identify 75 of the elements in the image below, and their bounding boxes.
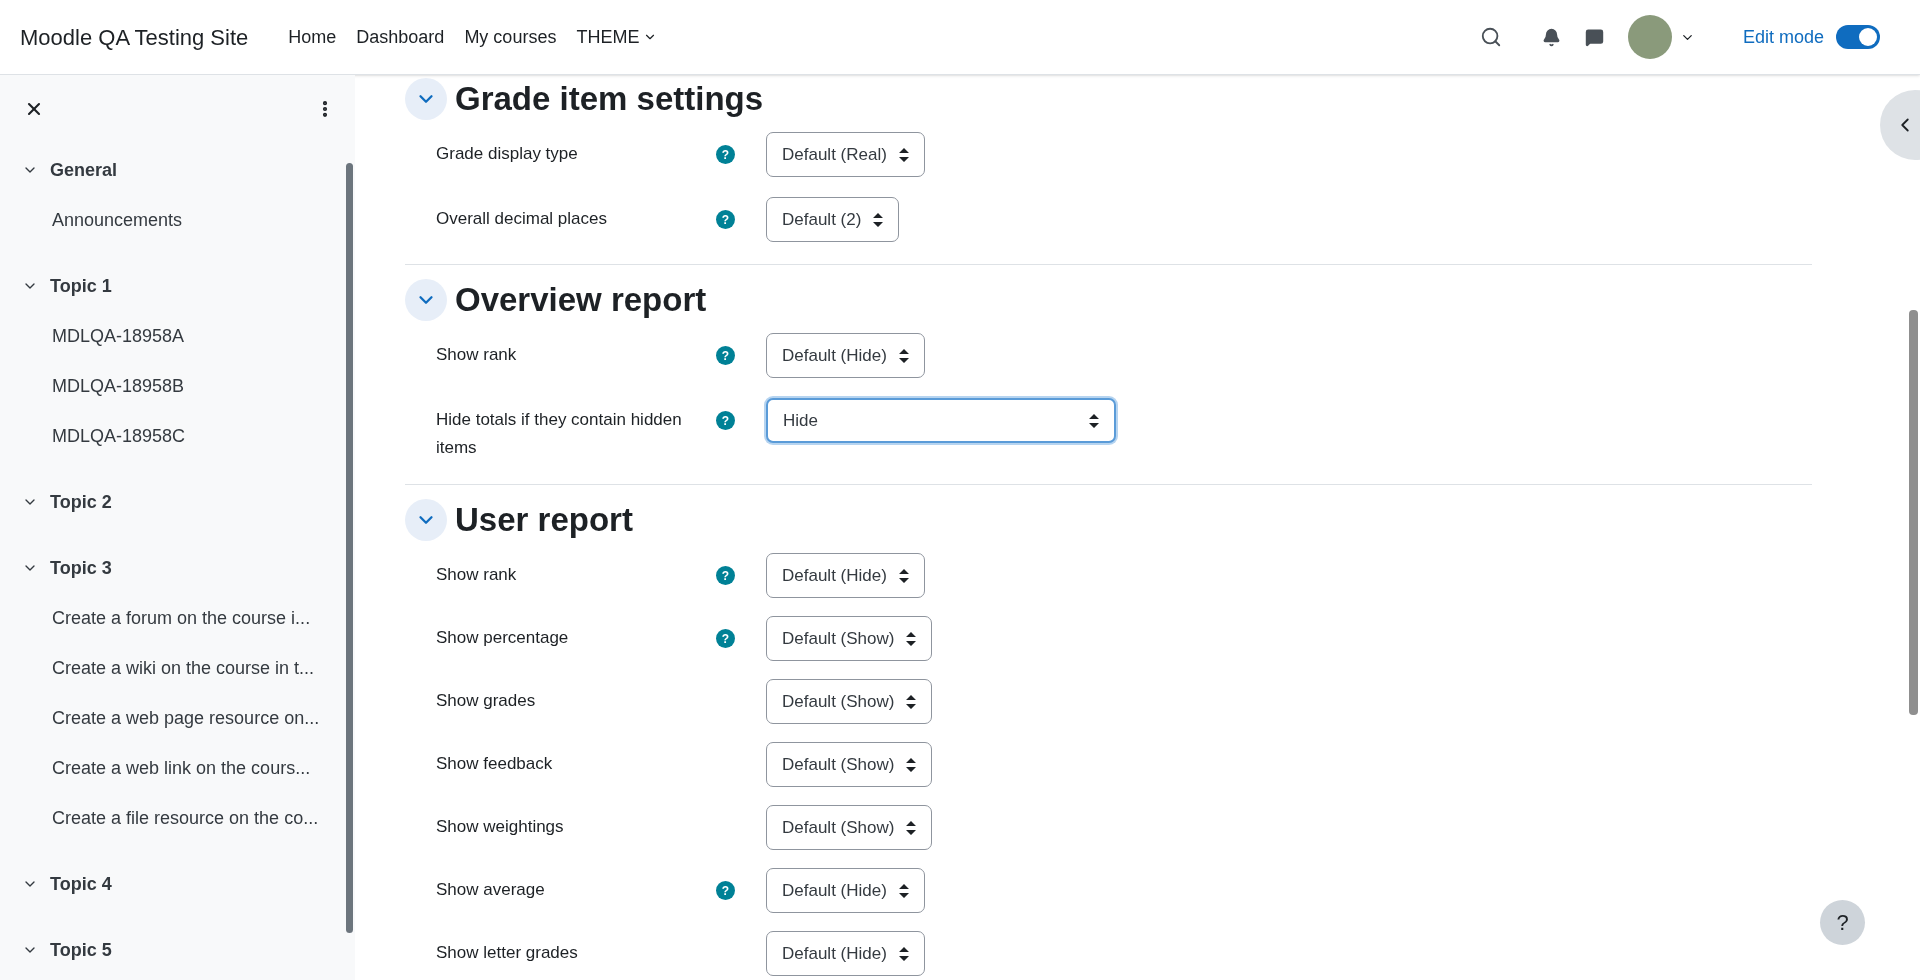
setting-label: Grade display type xyxy=(436,143,579,165)
select-field[interactable]: Default (Show) xyxy=(766,805,933,850)
sort-arrows-icon xyxy=(906,694,917,709)
edit-mode-label: Edit mode xyxy=(1742,25,1824,49)
edit-mode-switch[interactable] xyxy=(1836,25,1880,49)
sort-arrows-icon xyxy=(898,147,909,162)
setting-label: Show letter grades xyxy=(436,942,579,964)
activity-link[interactable]: MDLQA-18958C xyxy=(0,411,335,461)
sort-arrows-icon xyxy=(898,946,909,961)
activity-link[interactable]: Create a web page resource on... xyxy=(0,693,335,743)
section-header[interactable]: Topic 1 xyxy=(0,261,335,311)
sort-arrows-icon xyxy=(898,883,909,898)
sort-arrows-icon xyxy=(906,820,917,835)
section-title: Overview report xyxy=(455,280,707,321)
bell-icon[interactable] xyxy=(1541,27,1561,47)
setting-label: Show average xyxy=(436,879,546,901)
nav-link[interactable]: Home xyxy=(288,23,337,51)
help-icon[interactable]: ? xyxy=(716,881,735,900)
setting-label: Hide totals if they contain hidden items xyxy=(436,409,683,459)
search-icon[interactable] xyxy=(1479,26,1502,48)
setting-label: Show rank xyxy=(436,344,518,366)
setting-label: Show feedback xyxy=(436,753,554,775)
site-name[interactable]: Moodle QA Testing Site xyxy=(20,20,249,54)
section-header[interactable]: General xyxy=(0,145,335,195)
help-icon[interactable]: ? xyxy=(716,411,735,430)
sort-arrows-icon xyxy=(906,757,917,772)
setting-label: Show percentage xyxy=(436,627,570,649)
activity-link[interactable]: MDLQA-18958B xyxy=(0,361,335,411)
sort-arrows-icon xyxy=(898,568,909,583)
section-header[interactable]: Topic 5 xyxy=(0,925,335,975)
section-title: Grade item settings xyxy=(455,79,764,120)
activity-link[interactable]: Create a forum on the course i... xyxy=(0,593,335,643)
select-field[interactable]: Default (Hide) xyxy=(766,931,925,976)
setting-label: Show weightings xyxy=(436,816,565,838)
section-header[interactable]: Topic 4 xyxy=(0,859,335,909)
select-field[interactable]: Default (Show) xyxy=(766,616,933,661)
help-icon[interactable]: ? xyxy=(716,566,735,585)
activity-link[interactable]: Create a web link on the cours... xyxy=(0,743,335,793)
activity-link[interactable]: Announcements xyxy=(0,195,335,245)
nav-link[interactable]: THEME xyxy=(576,23,658,51)
select-field[interactable]: Default (Hide) xyxy=(766,553,925,598)
help-icon[interactable]: ? xyxy=(716,346,735,365)
section-header[interactable]: Topic 3 xyxy=(0,543,335,593)
section-title: User report xyxy=(455,500,633,541)
activity-link[interactable]: Create a file resource on the co... xyxy=(0,793,335,843)
collapse-toggle[interactable] xyxy=(405,279,447,321)
setting-label: Show rank xyxy=(436,564,518,586)
select-field[interactable]: Default (Hide) xyxy=(766,868,925,913)
collapse-toggle[interactable] xyxy=(405,78,447,120)
setting-label: Show grades xyxy=(436,690,537,712)
help-button[interactable]: ? xyxy=(1820,900,1865,945)
select-field[interactable]: Default (2) xyxy=(766,197,900,242)
activity-link[interactable]: MDLQA-18958A xyxy=(0,311,335,361)
scrollbar[interactable] xyxy=(346,163,353,933)
select-field[interactable]: Default (Real) xyxy=(766,132,925,177)
help-icon[interactable]: ? xyxy=(716,210,735,229)
nav-link[interactable]: Dashboard xyxy=(356,23,445,51)
chat-icon[interactable] xyxy=(1584,27,1604,47)
sort-arrows-icon xyxy=(906,631,917,646)
sort-arrows-icon xyxy=(898,348,909,363)
sort-arrows-icon xyxy=(1089,413,1099,428)
setting-label: Overall decimal places xyxy=(436,208,608,230)
scrollbar[interactable] xyxy=(1909,310,1918,715)
section-header[interactable]: Topic 2 xyxy=(0,477,335,527)
help-icon[interactable]: ? xyxy=(716,629,735,648)
avatar[interactable] xyxy=(1627,15,1672,59)
help-icon[interactable]: ? xyxy=(716,145,735,164)
select-field[interactable]: Default (Show) xyxy=(766,679,933,724)
nav-link[interactable]: My courses xyxy=(464,23,557,51)
select-field[interactable]: Default (Show) xyxy=(766,742,933,787)
collapse-toggle[interactable] xyxy=(405,499,447,541)
select-field[interactable]: Default (Hide) xyxy=(766,333,925,378)
select-field[interactable]: Hide xyxy=(766,398,1116,443)
sort-arrows-icon xyxy=(873,212,884,227)
activity-link[interactable]: Create a wiki on the course in t... xyxy=(0,643,335,693)
